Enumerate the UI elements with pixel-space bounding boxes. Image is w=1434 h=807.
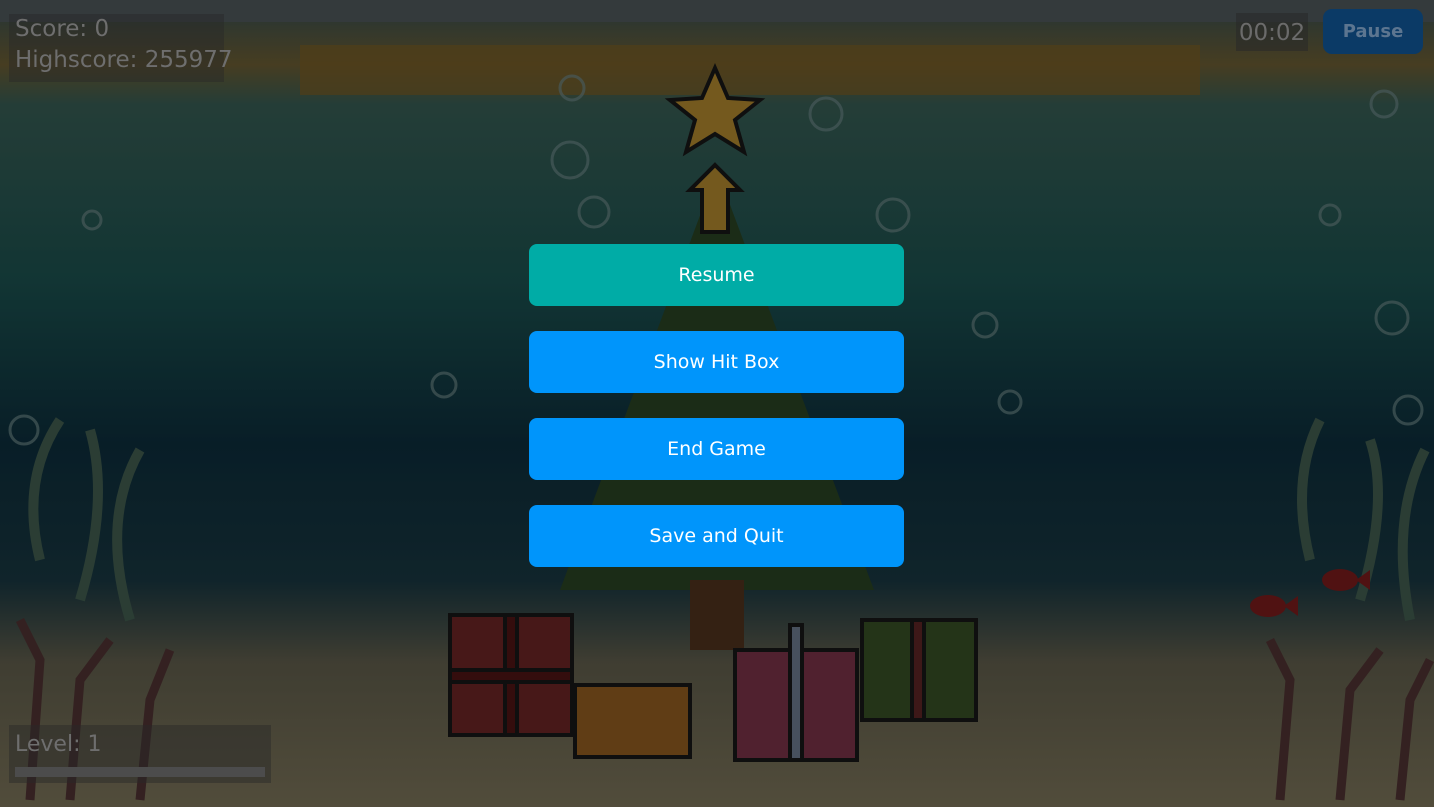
score-label: Score: 0: [15, 16, 110, 42]
level-label: Level: 1: [15, 732, 102, 757]
score-panel: Score: 0 Highscore: 255977: [9, 14, 233, 82]
save-and-quit-button[interactable]: Save and Quit: [529, 505, 904, 567]
end-game-button[interactable]: End Game: [529, 418, 904, 480]
pause-overlay: [0, 0, 1434, 807]
level-panel: Level: 1: [9, 725, 271, 783]
level-progress-bar: [15, 767, 265, 777]
pause-button[interactable]: Pause: [1323, 9, 1423, 54]
resume-button[interactable]: Resume: [529, 244, 904, 306]
show-hit-box-button[interactable]: Show Hit Box: [529, 331, 904, 393]
highscore-label: Highscore: 255977: [15, 47, 233, 73]
game-timer: 00:02: [1236, 13, 1308, 51]
